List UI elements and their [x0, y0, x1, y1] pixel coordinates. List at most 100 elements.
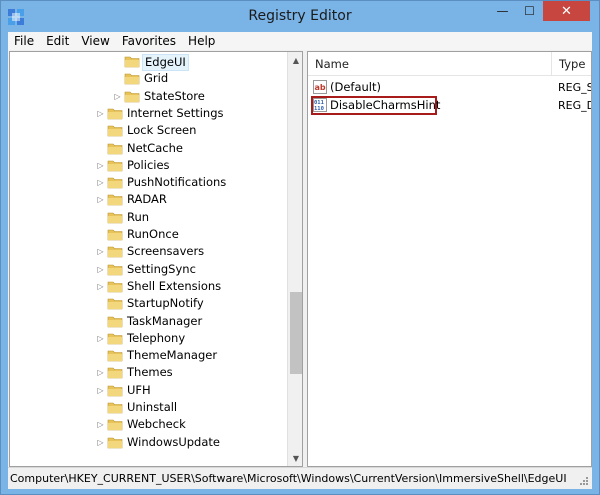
tree-item-thememanager[interactable]: ThemeManager	[10, 347, 286, 364]
tree-item-themes[interactable]: ▷ Themes	[10, 364, 286, 381]
tree-item-netcache[interactable]: NetCache	[10, 140, 286, 157]
tree-item-windowsupdate[interactable]: ▷ WindowsUpdate	[10, 434, 286, 451]
tree-item-settingsync[interactable]: ▷ SettingSync	[10, 261, 286, 278]
tree-item-label: Webcheck	[127, 417, 186, 432]
folder-icon	[107, 368, 123, 379]
expand-arrow-icon[interactable]: ▷	[96, 109, 105, 118]
menu-edit[interactable]: Edit	[40, 32, 75, 50]
tree-item-label: Lock Screen	[127, 123, 197, 138]
folder-icon	[107, 195, 123, 206]
scroll-up-arrow-icon[interactable]: ▲	[288, 52, 302, 68]
expand-arrow-icon[interactable]: ▷	[96, 178, 105, 187]
svg-text:110: 110	[314, 106, 324, 112]
folder-icon	[107, 437, 123, 448]
tree-item-startupnotify[interactable]: StartupNotify	[10, 295, 286, 312]
expand-arrow-icon	[96, 299, 105, 308]
folder-icon	[107, 333, 123, 345]
tree-item-runonce[interactable]: RunOnce	[10, 226, 286, 243]
svg-text:ab: ab	[315, 83, 326, 92]
status-bar: Computer\HKEY_CURRENT_USER\Software\Micr…	[8, 467, 592, 489]
folder-icon	[107, 212, 123, 223]
folder-icon	[107, 298, 123, 310]
folder-icon	[107, 160, 123, 172]
expand-arrow-icon[interactable]: ▷	[96, 161, 105, 170]
menu-help[interactable]: Help	[182, 32, 221, 50]
tree-item-internet-settings[interactable]: ▷ Internet Settings	[10, 105, 286, 122]
tree-item-run[interactable]: Run	[10, 209, 286, 226]
tree-item-label: Telephony	[127, 330, 186, 345]
tree-item-label: UFH	[127, 382, 151, 397]
folder-icon	[107, 246, 123, 258]
folder-icon	[107, 177, 123, 189]
value-row-disablecharmshint[interactable]: 011 110 DisableCharmsHint REG_DW	[308, 96, 591, 115]
tree-item-statestore[interactable]: ▷ StateStore	[10, 88, 286, 105]
folder-icon	[107, 402, 123, 414]
expand-arrow-icon[interactable]: ▷	[96, 265, 105, 274]
menu-file[interactable]: File	[8, 32, 40, 50]
menu-view[interactable]: View	[75, 32, 115, 50]
registry-key-tree[interactable]: EdgeUI Grid ▷ StateStore ▷ Internet Settings L…	[9, 51, 303, 467]
tree-item-grid[interactable]: Grid	[10, 70, 286, 87]
title-bar[interactable]: Registry Editor — ☐ ✕	[1, 1, 599, 32]
tree-item-edgeui[interactable]: EdgeUI	[10, 53, 286, 71]
registry-values-list[interactable]: Name Type ab (Default) REG_SZ 011 110 Di…	[307, 51, 592, 467]
expand-arrow-icon	[96, 403, 105, 412]
folder-icon	[124, 91, 140, 102]
expand-arrow-icon	[96, 126, 105, 135]
tree-item-shell-extensions[interactable]: ▷ Shell Extensions	[10, 278, 286, 295]
folder-icon	[107, 316, 123, 327]
tree-item-policies[interactable]: ▷ Policies	[10, 157, 286, 174]
expand-arrow-icon[interactable]: ▷	[96, 282, 105, 291]
tree-item-ufh[interactable]: ▷ UFH	[10, 382, 286, 399]
tree-item-uninstall[interactable]: Uninstall	[10, 399, 286, 416]
tree-item-screensavers[interactable]: ▷ Screensavers	[10, 243, 286, 260]
expand-arrow-icon	[96, 230, 105, 239]
expand-arrow-icon[interactable]: ▷	[113, 92, 122, 101]
folder-icon	[107, 108, 123, 120]
expand-arrow-icon[interactable]: ▷	[96, 386, 105, 395]
expand-arrow-icon[interactable]: ▷	[96, 438, 105, 447]
tree-item-label: WindowsUpdate	[127, 434, 220, 449]
tree-item-webcheck[interactable]: ▷ Webcheck	[10, 416, 286, 433]
tree-item-label: PushNotifications	[127, 175, 227, 190]
tree-item-label: StartupNotify	[127, 296, 204, 311]
editor-body: EdgeUI Grid ▷ StateStore ▷ Internet Settings L…	[8, 50, 592, 467]
column-header-type[interactable]: Type	[552, 52, 591, 76]
menu-bar: File Edit View Favorites Help	[8, 32, 592, 50]
folder-icon	[124, 73, 140, 85]
current-key-path: Computer\HKEY_CURRENT_USER\Software\Micr…	[10, 472, 567, 485]
tree-item-label: Policies	[127, 157, 170, 172]
tree-item-label: TaskManager	[127, 313, 203, 328]
minimize-button[interactable]: —	[489, 1, 516, 21]
close-button[interactable]: ✕	[543, 1, 590, 21]
expand-arrow-icon[interactable]: ▷	[96, 368, 105, 377]
expand-arrow-icon[interactable]: ▷	[96, 420, 105, 429]
folder-icon	[124, 56, 140, 68]
scroll-thumb[interactable]	[290, 292, 302, 374]
tree-item-radar[interactable]: ▷ RADAR	[10, 191, 286, 208]
tree-item-lock-screen[interactable]: Lock Screen	[10, 122, 286, 139]
scroll-down-arrow-icon[interactable]: ▼	[288, 450, 302, 466]
tree-item-label: RunOnce	[127, 227, 179, 241]
folder-icon	[107, 229, 123, 241]
expand-arrow-icon[interactable]: ▷	[96, 334, 105, 343]
tree-item-telephony[interactable]: ▷ Telephony	[10, 330, 286, 347]
tree-item-pushnotifications[interactable]: ▷ PushNotifications	[10, 174, 286, 191]
column-header-name[interactable]: Name	[308, 52, 552, 76]
tree-vertical-scrollbar[interactable]: ▲ ▼	[287, 52, 302, 466]
expand-arrow-icon[interactable]: ▷	[96, 195, 105, 204]
expand-arrow-icon	[96, 351, 105, 360]
folder-icon	[107, 281, 123, 293]
expand-arrow-icon	[113, 57, 122, 66]
expand-arrow-icon[interactable]: ▷	[96, 247, 105, 256]
string-value-icon: ab	[313, 80, 327, 94]
tree-item-taskmanager[interactable]: TaskManager	[10, 313, 286, 330]
folder-icon	[107, 125, 123, 137]
value-row-default[interactable]: ab (Default) REG_SZ	[308, 79, 591, 97]
registry-editor-window: Registry Editor — ☐ ✕ File Edit View Fav…	[0, 0, 600, 495]
maximize-button[interactable]: ☐	[516, 1, 543, 21]
folder-icon	[107, 385, 123, 396]
resize-grip-icon[interactable]	[579, 476, 589, 486]
tree-item-label: StateStore	[144, 88, 205, 103]
menu-favorites[interactable]: Favorites	[116, 32, 182, 50]
